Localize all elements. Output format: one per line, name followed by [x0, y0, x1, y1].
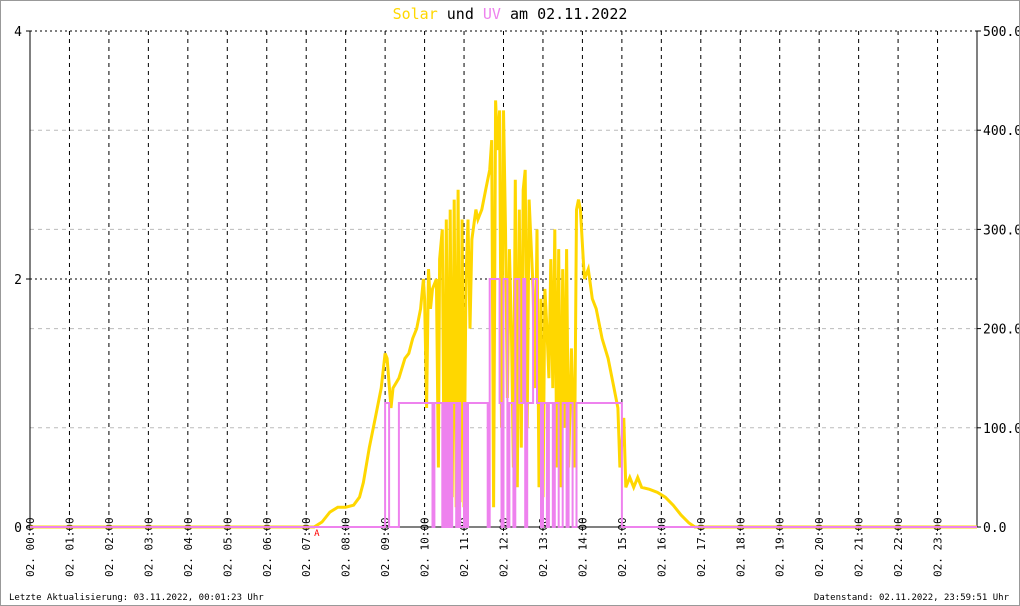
right-tick-label: 400.0 — [983, 124, 1019, 139]
footer-data-status: Datenstand: 02.11.2022, 23:59:51 Uhr — [813, 593, 1009, 603]
right-tick-label: 100.0 — [983, 422, 1019, 437]
x-tick-label: 02. 14:00 — [576, 517, 589, 577]
chart-window: Solar und UV am 02.11.2022 0.0 100.0 200.0… — [0, 0, 1020, 606]
right-tick-label: 500.0 — [983, 25, 1019, 40]
right-tick-label: 300.0 — [983, 223, 1019, 238]
right-tick-label: 0.0 — [983, 521, 1006, 536]
left-tick-label: 2 — [14, 273, 22, 288]
x-tick-label: 02. 10:00 — [419, 517, 432, 577]
left-tick-label: 0 — [14, 521, 22, 536]
left-tick-label: 4 — [14, 25, 22, 40]
uv-series-line — [30, 278, 977, 528]
chart-svg: 0.0100.0200.0300.0400.0500.002402. 00:00… — [14, 25, 1019, 577]
right-tick-label: 200.0 — [983, 323, 1019, 338]
footer-last-update: Letzte Aktualisierung: 03.11.2022, 00:01… — [9, 593, 264, 603]
marker-label: A — [314, 529, 320, 539]
